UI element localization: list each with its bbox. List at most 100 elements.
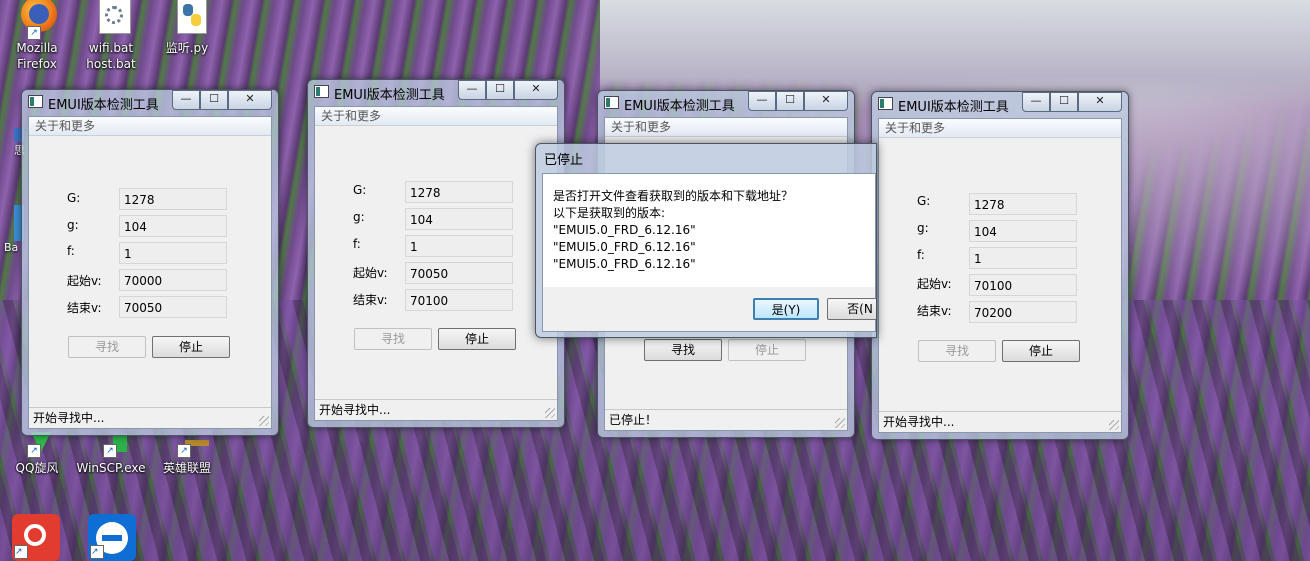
label-start-v: 起始v: [353,266,388,280]
maximize-button[interactable]: ☐ [200,90,228,110]
stopped-dialog[interactable]: 已停止 是否打开文件查看获取到的版本和下载地址？ 以下是获取到的版本: "EMU… [535,143,877,338]
emui-window-4[interactable]: EMUI版本检测工具 — ☐ ✕ 关于和更多 G: 1278 g: 104 f:… [871,91,1129,440]
dialog-version-line: "EMUI5.0_FRD_6.12.16" [553,240,696,254]
label-start-v: 起始v: [67,274,102,288]
label-end-v: 结束v: [917,304,952,318]
maximize-button[interactable]: ☐ [1050,92,1078,112]
minimize-button[interactable]: — [1022,92,1050,112]
resize-grip[interactable] [1109,420,1119,430]
maximize-button[interactable]: ☐ [776,91,804,111]
resize-grip[interactable] [259,416,269,426]
dialog-message: 是否打开文件查看获取到的版本和下载地址？ 以下是获取到的版本: "EMUI5.0… [553,188,793,273]
label-g: g: [67,218,79,232]
label-f: f: [67,244,75,258]
title-bar[interactable]: EMUI版本检测工具 — ☐ ✕ [598,91,854,114]
shortcut-arrow-icon: ↗ [90,545,104,559]
find-button[interactable]: 寻找 [918,340,996,362]
shortcut-arrow-icon: ↗ [27,444,41,458]
status-bar: 开始寻找中... [315,399,557,420]
window-title: EMUI版本检测工具 [48,98,159,113]
title-bar[interactable]: EMUI版本检测工具 — ☐ ✕ [872,92,1128,115]
dialog-button-bar: 是(Y) 否(N [542,287,876,332]
dialog-version-line: "EMUI5.0_FRD_6.12.16" [553,257,696,271]
dialog-version-line: "EMUI5.0_FRD_6.12.16" [553,223,696,237]
minimize-button[interactable]: — [458,80,486,100]
field-f[interactable]: 1 [969,247,1077,269]
desktop-icon-qq-whirlwind[interactable]: ↗ QQ旋风 [2,432,72,476]
title-bar[interactable]: EMUI版本检测工具 — ☐ ✕ [22,90,278,113]
desktop-icon-teamviewer[interactable]: ↗ [88,514,136,561]
emui-window-2[interactable]: EMUI版本检测工具 — ☐ ✕ 关于和更多 G: 1278 g: 104 f:… [307,79,565,428]
menu-about[interactable]: 关于和更多 [879,119,1121,138]
field-start-v[interactable]: 70050 [405,262,513,284]
field-end-v[interactable]: 70050 [119,296,227,318]
stop-button[interactable]: 停止 [728,339,806,361]
stop-button[interactable]: 停止 [1002,340,1080,362]
menu-about[interactable]: 关于和更多 [605,118,847,137]
desktop-icon-label: wifi.bat host.bat [86,41,136,71]
close-button[interactable]: ✕ [514,80,558,100]
label-G: G: [67,191,81,205]
label-end-v: 结束v: [353,293,388,307]
menu-about[interactable]: 关于和更多 [29,117,271,136]
field-g[interactable]: 104 [119,215,227,237]
desktop-icon-bat[interactable]: wifi.bat host.bat [76,0,146,72]
field-g[interactable]: 104 [969,220,1077,242]
field-G[interactable]: 1278 [405,181,513,203]
app-icon [878,97,893,110]
status-bar: 开始寻找中... [29,407,271,428]
dialog-body: 是否打开文件查看获取到的版本和下载地址？ 以下是获取到的版本: "EMUI5.0… [542,173,876,289]
desktop-icon-netease-music[interactable]: ↗ [12,514,60,561]
python-file-icon [167,0,207,38]
app-icon [314,85,329,98]
title-bar[interactable]: EMUI版本检测工具 — ☐ ✕ [308,80,564,103]
resize-grip[interactable] [545,408,555,418]
status-bar: 已停止！ [605,409,847,430]
field-f[interactable]: 1 [119,242,227,264]
desktop-icon-label: 监听.py [165,41,209,55]
window-title: EMUI版本检测工具 [624,99,735,114]
find-button[interactable]: 寻找 [354,328,432,350]
shortcut-arrow-icon: ↗ [14,545,28,559]
field-end-v[interactable]: 70100 [405,289,513,311]
netease-music-icon [24,524,46,546]
field-f[interactable]: 1 [405,235,513,257]
no-button[interactable]: 否(N [827,298,876,320]
field-G[interactable]: 1278 [119,188,227,210]
find-button[interactable]: 寻找 [68,336,146,358]
shortcut-arrow-icon: ↗ [103,444,117,458]
close-button[interactable]: ✕ [228,90,272,110]
window-title: EMUI版本检测工具 [898,100,1009,115]
shortcut-arrow-icon: ↗ [27,26,41,40]
app-icon [604,96,619,109]
desktop-icon-lol[interactable]: ↗ 英雄联盟 [152,432,222,476]
label-g: g: [353,210,365,224]
menu-about[interactable]: 关于和更多 [315,107,557,126]
desktop-icon-firefox[interactable]: ↗ Mozilla Firefox [2,0,72,72]
field-start-v[interactable]: 70000 [119,269,227,291]
field-start-v[interactable]: 70100 [969,274,1077,296]
window-client: 关于和更多 G: 1278 g: 104 f: 1 起始v: 70000 结束v… [28,116,272,429]
minimize-button[interactable]: — [172,90,200,110]
emui-window-1[interactable]: EMUI版本检测工具 — ☐ ✕ 关于和更多 G: 1278 g: 104 f:… [21,89,279,436]
minimize-button[interactable]: — [748,91,776,111]
window-title: EMUI版本检测工具 [334,88,445,103]
close-button[interactable]: ✕ [804,91,848,111]
dialog-versions-heading: 以下是获取到的版本: [553,206,666,220]
field-end-v[interactable]: 70200 [969,301,1077,323]
stop-button[interactable]: 停止 [438,328,516,350]
field-g[interactable]: 104 [405,208,513,230]
dialog-title: 已停止 [544,153,584,168]
desktop-icon-winscp[interactable]: ↗ WinSCP.exe [76,432,146,476]
stop-button[interactable]: 停止 [152,336,230,358]
desktop-icon-python[interactable]: 监听.py [152,0,222,56]
field-G[interactable]: 1278 [969,193,1077,215]
close-button[interactable]: ✕ [1078,92,1122,112]
label-f: f: [353,237,361,251]
maximize-button[interactable]: ☐ [486,80,514,100]
yes-button[interactable]: 是(Y) [753,298,819,320]
find-button[interactable]: 寻找 [644,339,722,361]
firefox-icon: ↗ [17,0,57,40]
label-G: G: [353,183,367,197]
resize-grip[interactable] [835,418,845,428]
